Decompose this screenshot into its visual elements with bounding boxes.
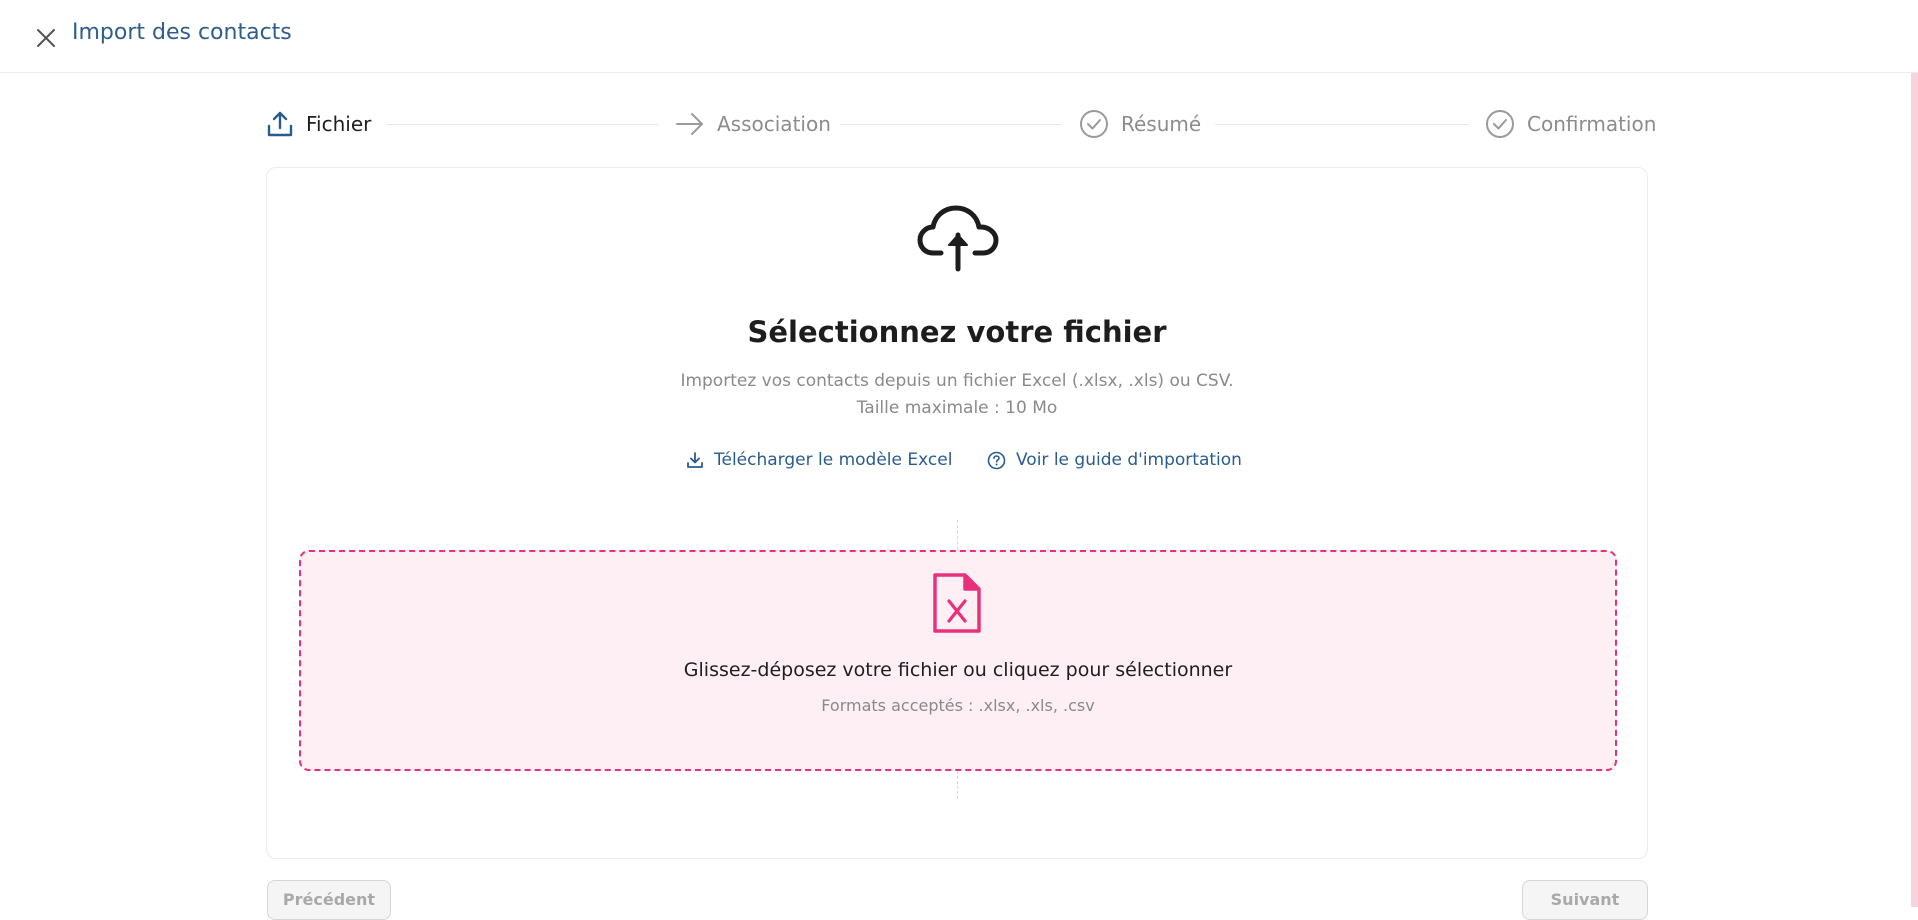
excel-file-icon [933,573,981,633]
help-circle-icon [987,451,1006,469]
step-label: Fichier [306,112,372,136]
check-circle-icon [1486,110,1514,138]
page-title: Import des contacts [72,20,292,45]
step-confirmation[interactable]: Confirmation [1485,107,1656,141]
download-template-link[interactable]: Télécharger le modèle Excel [686,450,952,470]
previous-button[interactable]: Précédent [267,880,391,920]
scrollbar[interactable] [1911,73,1918,907]
step-connector [1215,124,1469,125]
cloud-upload-icon [917,205,999,272]
step-association[interactable]: Association [675,107,831,141]
upload-icon [267,111,293,137]
step-label: Résumé [1121,112,1202,136]
import-stepper: Fichier Association Résumé Confirmation [266,107,1656,141]
download-template-label: Télécharger le modèle Excel [714,450,953,470]
import-guide-link[interactable]: Voir le guide d'importation [987,450,1242,470]
dropzone-title: Glissez-déposez votre fichier ou cliquez… [683,659,1233,681]
max-size-text: Taille maximale : 10 Mo [856,398,1058,418]
arrow-right-icon [676,113,703,135]
step-connector [840,124,1062,125]
step-fichier[interactable]: Fichier [266,107,371,141]
accepted-formats-text: Formats acceptés : .xlsx, .xls, .csv [821,696,1095,715]
upload-card: Sélectionnez votre fichier Importez vos … [266,167,1648,859]
download-icon [687,452,703,468]
dashed-divider [957,520,958,550]
close-icon[interactable] [33,25,59,51]
step-label: Association [717,112,831,136]
upload-description: Importez vos contacts depuis un fichier … [680,371,1234,391]
step-label: Confirmation [1527,112,1657,136]
step-resume[interactable]: Résumé [1079,107,1201,141]
dashed-divider [957,771,958,799]
step-connector [386,124,659,125]
page-header: Import des contacts [0,0,1918,73]
check-circle-icon [1080,110,1108,138]
import-guide-label: Voir le guide d'importation [1016,450,1242,470]
upload-title: Sélectionnez votre fichier [747,315,1167,349]
next-button[interactable]: Suivant [1522,880,1648,920]
file-dropzone[interactable]: Glissez-déposez votre fichier ou cliquez… [299,550,1617,771]
